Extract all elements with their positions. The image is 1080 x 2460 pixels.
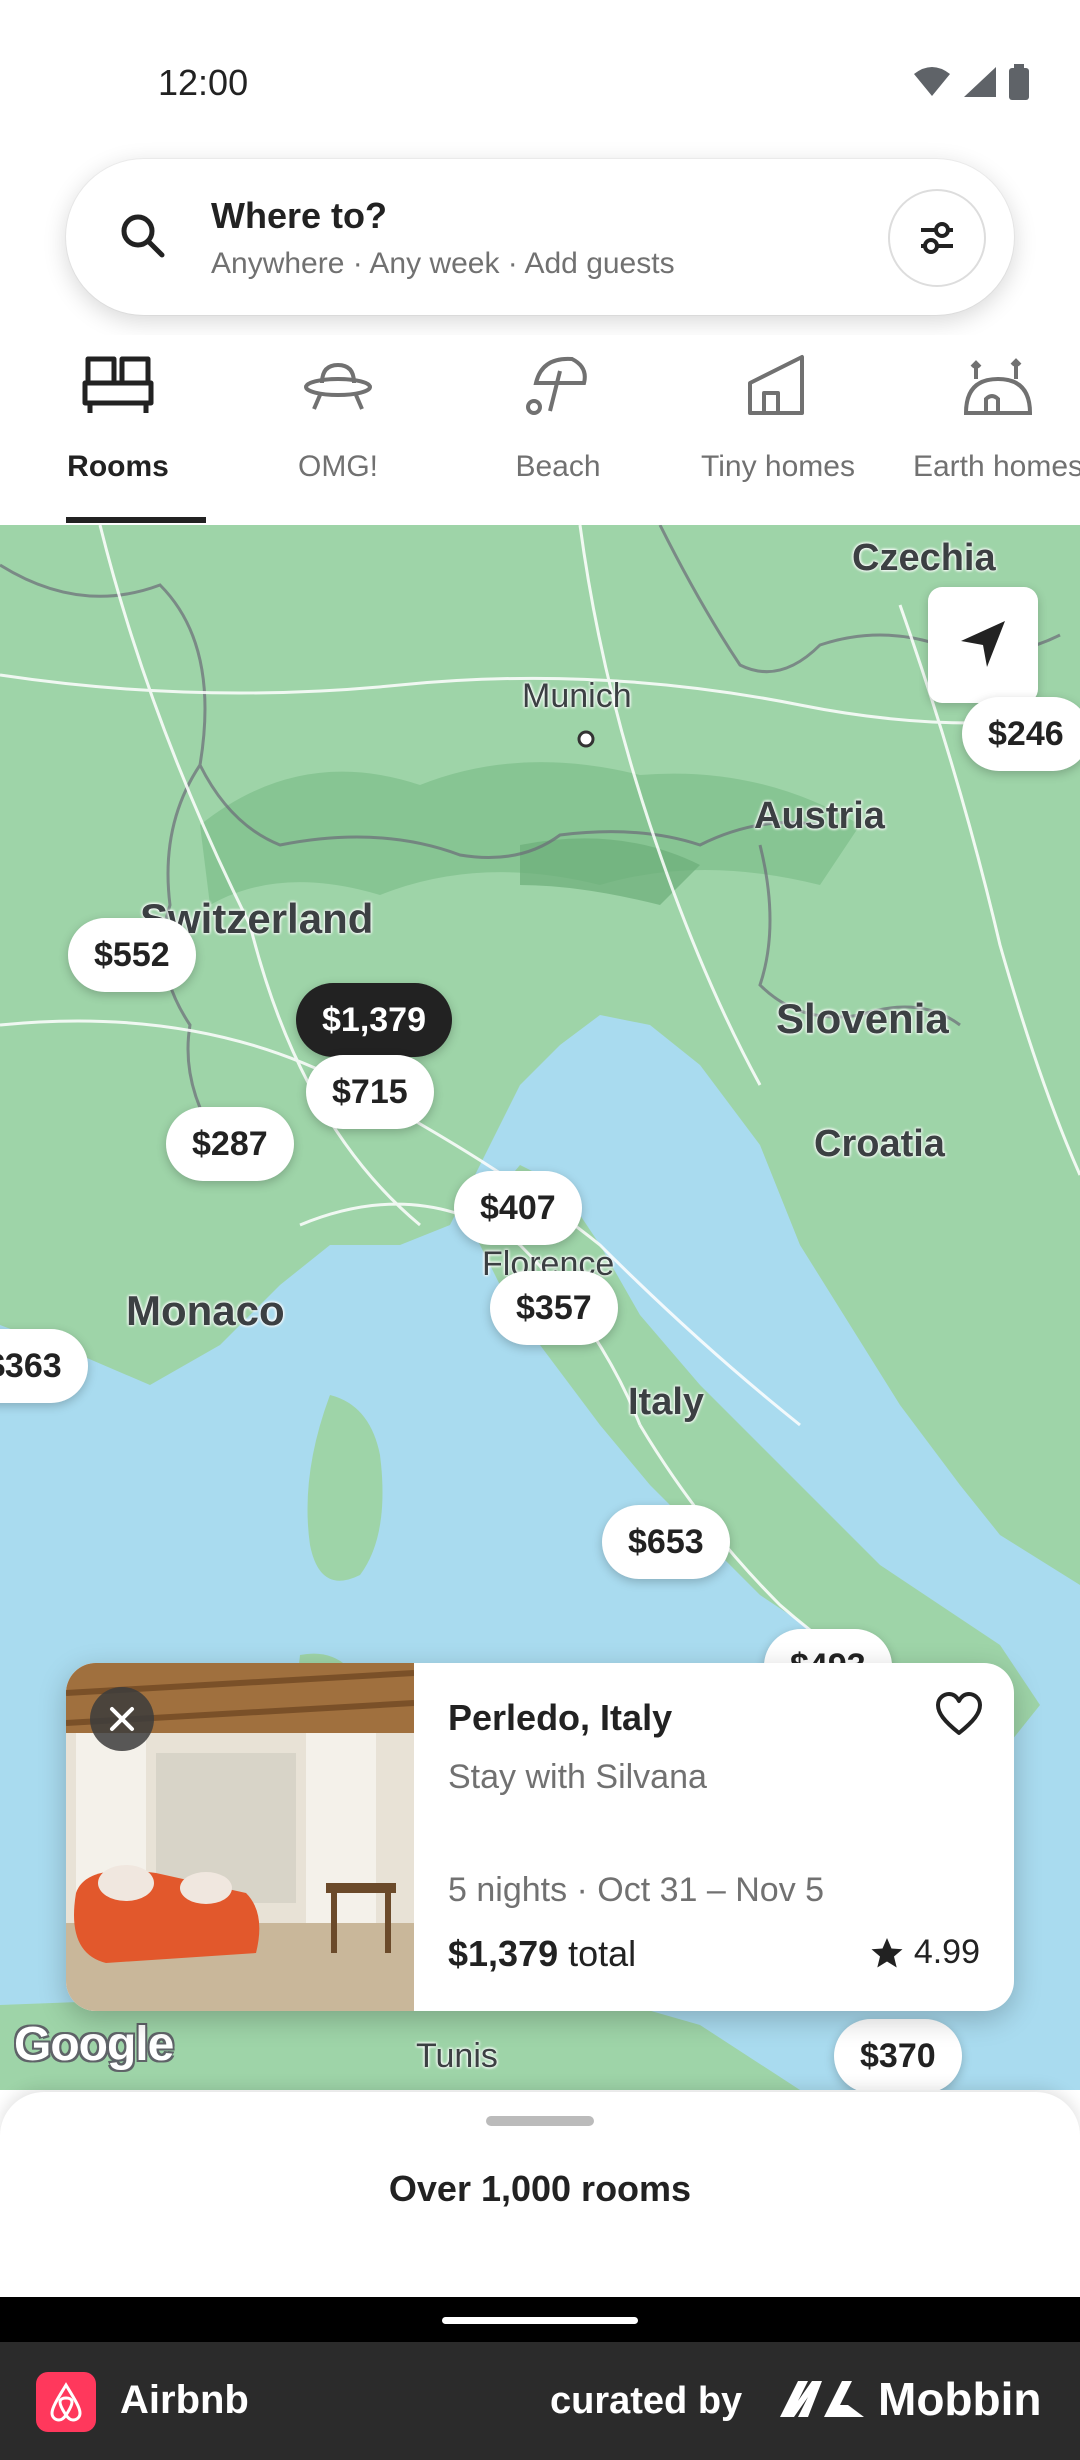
price-pin[interactable]: $246 <box>962 697 1080 771</box>
price-pin[interactable]: $407 <box>454 1171 582 1245</box>
tab-label: Earth homes <box>912 450 1080 483</box>
airbnb-symbol-icon <box>50 2382 82 2422</box>
close-listing-button[interactable] <box>90 1687 154 1751</box>
footer-app-name: Airbnb <box>120 2378 249 2422</box>
price-pin[interactable]: $653 <box>602 1505 730 1579</box>
listing-host: Stay with Silvana <box>448 1758 707 1796</box>
price-pin[interactable]: $715 <box>306 1055 434 1129</box>
system-nav-bar <box>0 2297 1080 2342</box>
listing-dates: 5 nights · Oct 31 – Nov 5 <box>448 1871 825 1909</box>
map-label-tunis: Tunis <box>416 2037 498 2075</box>
price-pin[interactable]: $357 <box>490 1271 618 1345</box>
mobbin-brand: Mobbin <box>778 2372 1042 2426</box>
map-label-austria: Austria <box>754 795 885 837</box>
navigation-arrow-icon <box>961 621 1005 667</box>
listing-location: Perledo, Italy <box>448 1697 673 1738</box>
search-subtitle: Anywhere · Any week · Add guests <box>211 247 675 280</box>
rating-value: 4.99 <box>913 1933 980 1971</box>
tab-omg[interactable]: OMG! <box>228 335 448 525</box>
wishlist-button[interactable] <box>934 1691 984 1742</box>
search-icon <box>121 214 165 258</box>
category-tabs: Rooms OMG! Beach Tiny homes Earth homes <box>0 335 1080 525</box>
price-pin[interactable]: $287 <box>166 1107 294 1181</box>
earth-home-icon <box>963 358 1033 415</box>
listing-price-suffix: total <box>558 1933 637 1974</box>
battery-icon <box>1009 64 1029 100</box>
search-bar[interactable]: Where to? Anywhere · Any week · Add gues… <box>66 159 1014 315</box>
tab-label: Rooms <box>67 450 169 483</box>
results-sheet[interactable]: Over 1,000 rooms <box>0 2092 1080 2297</box>
tab-tiny-homes[interactable]: Tiny homes <box>668 335 888 525</box>
price-pin[interactable]: $370 <box>834 2019 962 2090</box>
mobbin-brand-name: Mobbin <box>878 2373 1042 2425</box>
ufo-icon <box>304 362 372 410</box>
map-label-italy: Italy <box>628 1381 705 1423</box>
map-label-monaco: Monaco <box>126 1287 285 1334</box>
my-location-button[interactable] <box>928 587 1038 703</box>
signal-icon <box>964 67 996 97</box>
search-title: Where to? <box>211 195 387 236</box>
tab-label: Beach <box>515 450 601 483</box>
footer-curated-by: curated by <box>550 2380 743 2422</box>
map-label-slovenia: Slovenia <box>776 995 949 1042</box>
tab-label: OMG! <box>298 450 378 483</box>
results-count: Over 1,000 rooms <box>388 2168 692 2209</box>
listing-price: $1,379 total <box>448 1933 636 1975</box>
airbnb-logo-icon <box>36 2372 96 2432</box>
price-pin-selected[interactable]: $1,379 <box>296 983 452 1057</box>
tab-beach[interactable]: Beach <box>448 335 668 525</box>
active-tab-indicator <box>66 517 206 523</box>
bed-icon <box>82 356 154 413</box>
umbrella-icon <box>526 356 587 415</box>
wifi-icon <box>914 67 950 96</box>
tab-earth-homes[interactable]: Earth homes <box>888 335 1080 525</box>
google-logo: Google <box>14 2018 174 2071</box>
tab-label: Tiny homes <box>701 450 855 483</box>
tiny-home-icon <box>748 355 804 415</box>
status-bar: 12:00 <box>0 0 1080 135</box>
mobbin-logo-icon <box>780 2381 864 2417</box>
price-pin[interactable]: $552 <box>68 918 196 992</box>
listing-rating: 4.99 <box>870 1933 980 1972</box>
map-label-czechia: Czechia <box>852 537 996 579</box>
sheet-drag-handle[interactable] <box>486 2116 594 2126</box>
search-header: Where to? Anywhere · Any week · Add gues… <box>0 135 1080 335</box>
heart-icon <box>936 1692 982 1735</box>
star-icon <box>871 1937 903 1967</box>
map-label-munich: Munich <box>522 677 632 715</box>
attribution-footer: Airbnb curated by Mobbin <box>0 2342 1080 2460</box>
filters-button[interactable] <box>888 189 986 287</box>
tab-rooms[interactable]: Rooms <box>8 335 228 525</box>
home-gesture-bar[interactable] <box>442 2317 638 2324</box>
listing-price-amount: $1,379 <box>448 1933 559 1974</box>
map-label-croatia: Croatia <box>814 1123 945 1165</box>
status-icons <box>912 64 1030 100</box>
status-time: 12:00 <box>158 62 249 103</box>
filters-icon <box>921 222 953 254</box>
listing-card[interactable]: Perledo, Italy Stay with Silvana 5 night… <box>66 1663 1014 2011</box>
listing-photo[interactable] <box>66 1663 414 2011</box>
price-pin[interactable]: $363 <box>0 1329 88 1403</box>
close-icon <box>110 1707 134 1731</box>
